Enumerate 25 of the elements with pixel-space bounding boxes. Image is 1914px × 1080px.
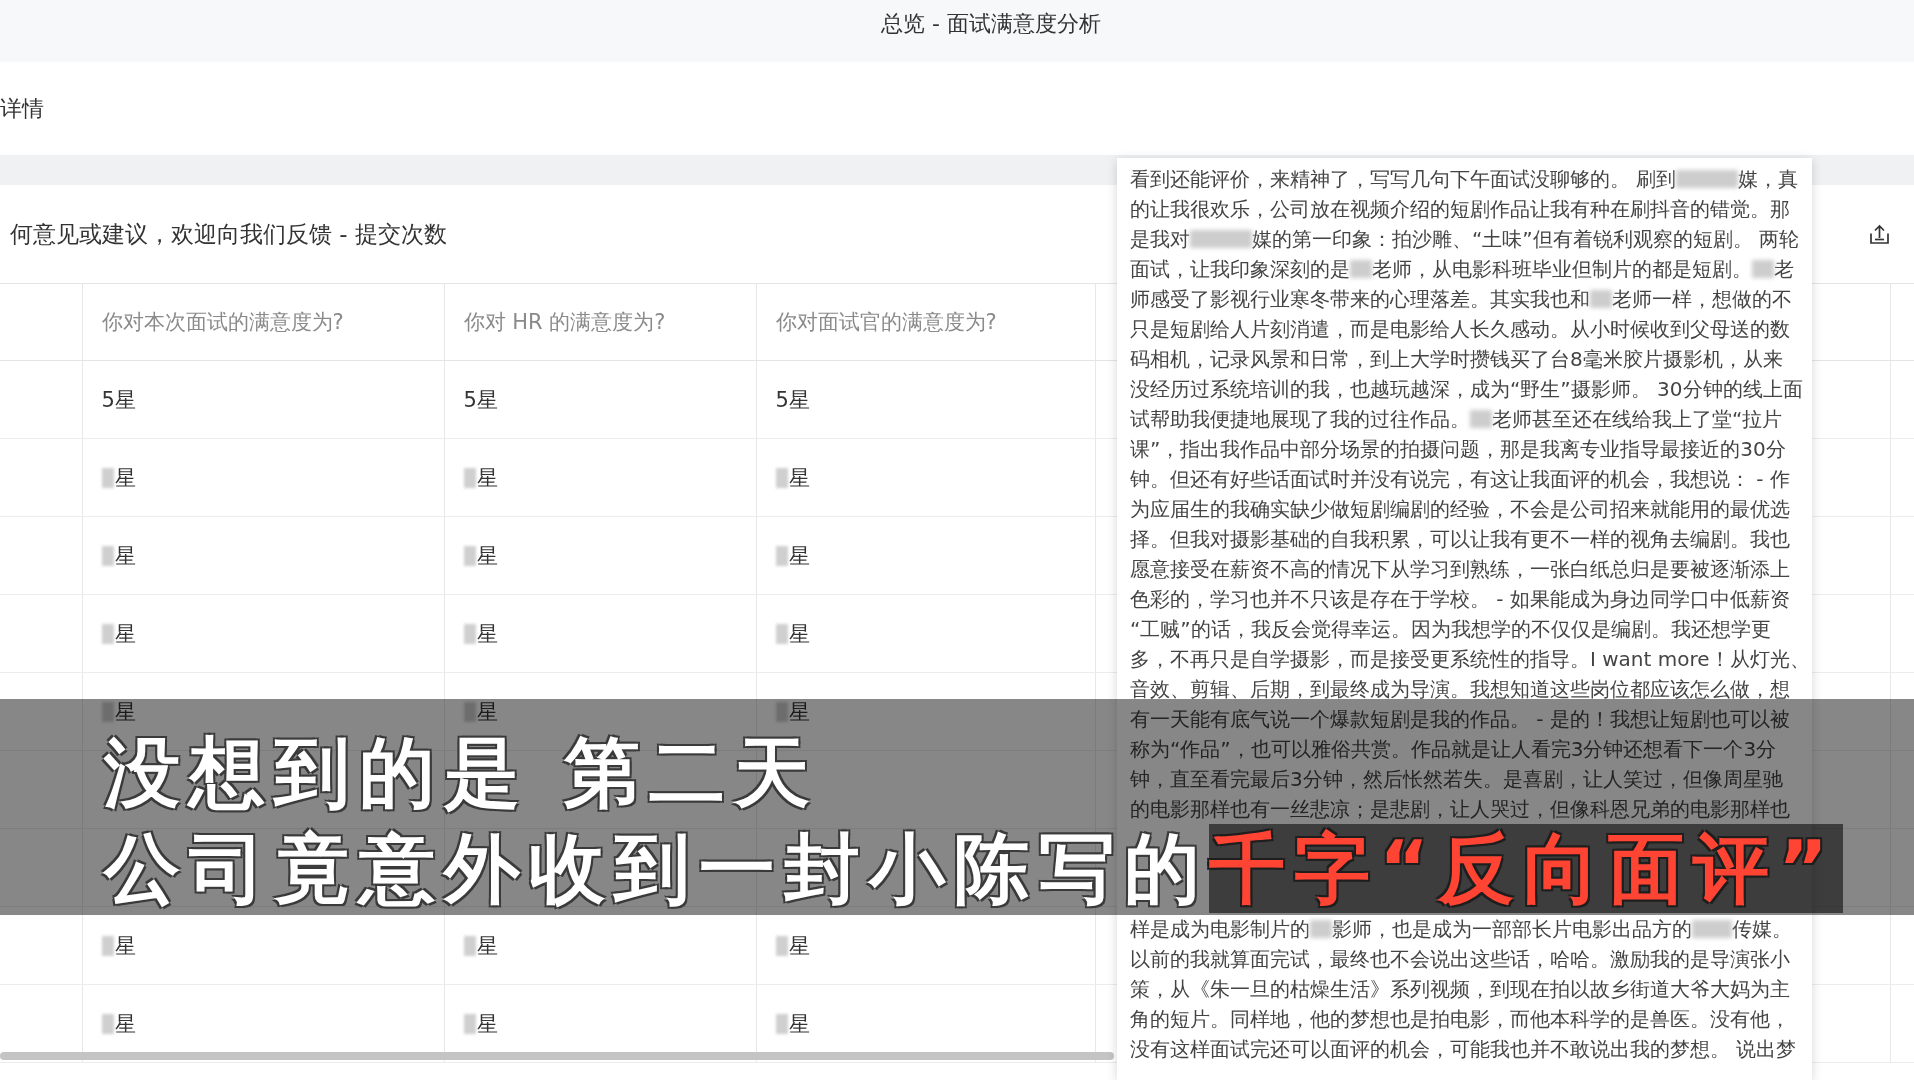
column-header: 你对面试官的满意度为? — [756, 283, 1095, 361]
column-header: 你对 HR 的满意度为? — [444, 283, 756, 361]
page-heading: 详情 — [0, 94, 44, 123]
table-cell: 星 — [756, 438, 1095, 517]
column-header: 你对本次面试的满意度为? — [82, 283, 444, 361]
table-cell: 5星 — [444, 360, 756, 439]
table-cell: 星 — [444, 516, 756, 595]
table-cell: 星 — [444, 906, 756, 985]
table-cell: 5星 — [82, 360, 444, 439]
review-text: 样是成为电影制片的 影师，也是成为一部部长片电影出品方的 传媒。 以前的我就算面完试，最终也不会说出这些话，哈哈。激励我的是导演张小 策，从《朱一旦的枯燥生活》系列视频，到现在拍以故乡街道大爷大妈为主 角的短片。同样地，他的梦想也是拍电影，而他本科学的是兽医。没有他， 没有这样面试完还可以面评的机会，可能我也并不敢说出我的梦想。 说出梦 — [1130, 916, 1798, 1063]
table-cell: 星 — [444, 594, 756, 673]
table-cell: 星 — [756, 594, 1095, 673]
window-title: 总览 - 面试满意度分析 — [881, 10, 1101, 38]
card-title: 何意见或建议，欢迎向我们反馈 - 提交次数 — [10, 220, 447, 249]
table-cell: 星 — [82, 594, 444, 673]
table-cell: 星 — [756, 906, 1095, 985]
table-cell: 星 — [82, 906, 444, 985]
table-cell: 星 — [82, 516, 444, 595]
table-cell: 星 — [444, 438, 756, 517]
upload-icon[interactable] — [1869, 223, 1890, 245]
scrollbar-thumb[interactable] — [0, 1052, 1114, 1060]
table-cell: 星 — [756, 516, 1095, 595]
table-cell: 5星 — [756, 360, 1095, 439]
review-text: 看到还能评价，来精神了，写写几句下午面试没聊够的。 刷到 媒，真 的让我很欢乐，公司放在视频介绍的短剧作品让我有种在刷抖音的错觉。那 是我对 媒的第一印象：拍沙雕、“土味”但有着锐利观察的短剧。 两轮 面试，让我印象深刻的是 老师，从电影科班毕业但制片的都是短剧。 老 师感受了影视行业寒冬带来的心理落差。其实我也和 老师一样，想做的不 只是短剧给人片刻消遣，而是电影给人长久感动。从小时候收到父母送的数 码相机，记录风景和日常，到上大学时攒钱买了台8毫米胶片摄影机，从来 没经历过系统培训的我，也越玩越深，成为“野生”摄影师。 30分钟的线上面 试帮助我便捷地展现了我的过往作品。 老师甚至还在线给我上了堂“拉片 课”，指出我作品中部分场景的拍摄问题，那是我离专业指导最接近的30分 钟。但还有好些话面试时并没有说完，有这让我面评的机会，我想说： - 作 为应届生的我确实缺少做短剧编剧的经验，不会是公司招来就能用的最优选 择。但我对摄影基础的自我积累，可以让我有更不一样的视角去编剧。我也 愿意接受在薪资不高的情况下从学习到熟练，一张白纸总归是要被逐渐添上 色彩的，学习也并不只该是存在于学校。 - 如果能成为身边同学口中低薪资 “工贼”的话，我反会觉得幸运。因为我想学的不仅仅是编剧。我还想学更 多，不再只是自学摄影，而是接受更系统性的指导。I want more！从灯光、 音效、剪辑、后期，到最终成为导演。我想知道这些岗位都应该怎么做，想 有一天能有底气说一个爆款短剧是我的作品。 - 是的！我想让短剧也可以被 称为“作品”，也可以雅俗共赏。作品就是让人看完3分钟还想看下一个3分 钟，直至看完最后3分钟，然后怅然若失。是喜剧，让人笑过，但像周星驰 的电影那样也有一丝悲凉；是悲剧，让人哭过，但像科恩兄弟的电影那样也 — [1130, 166, 1802, 823]
table-cell: 星 — [82, 438, 444, 517]
